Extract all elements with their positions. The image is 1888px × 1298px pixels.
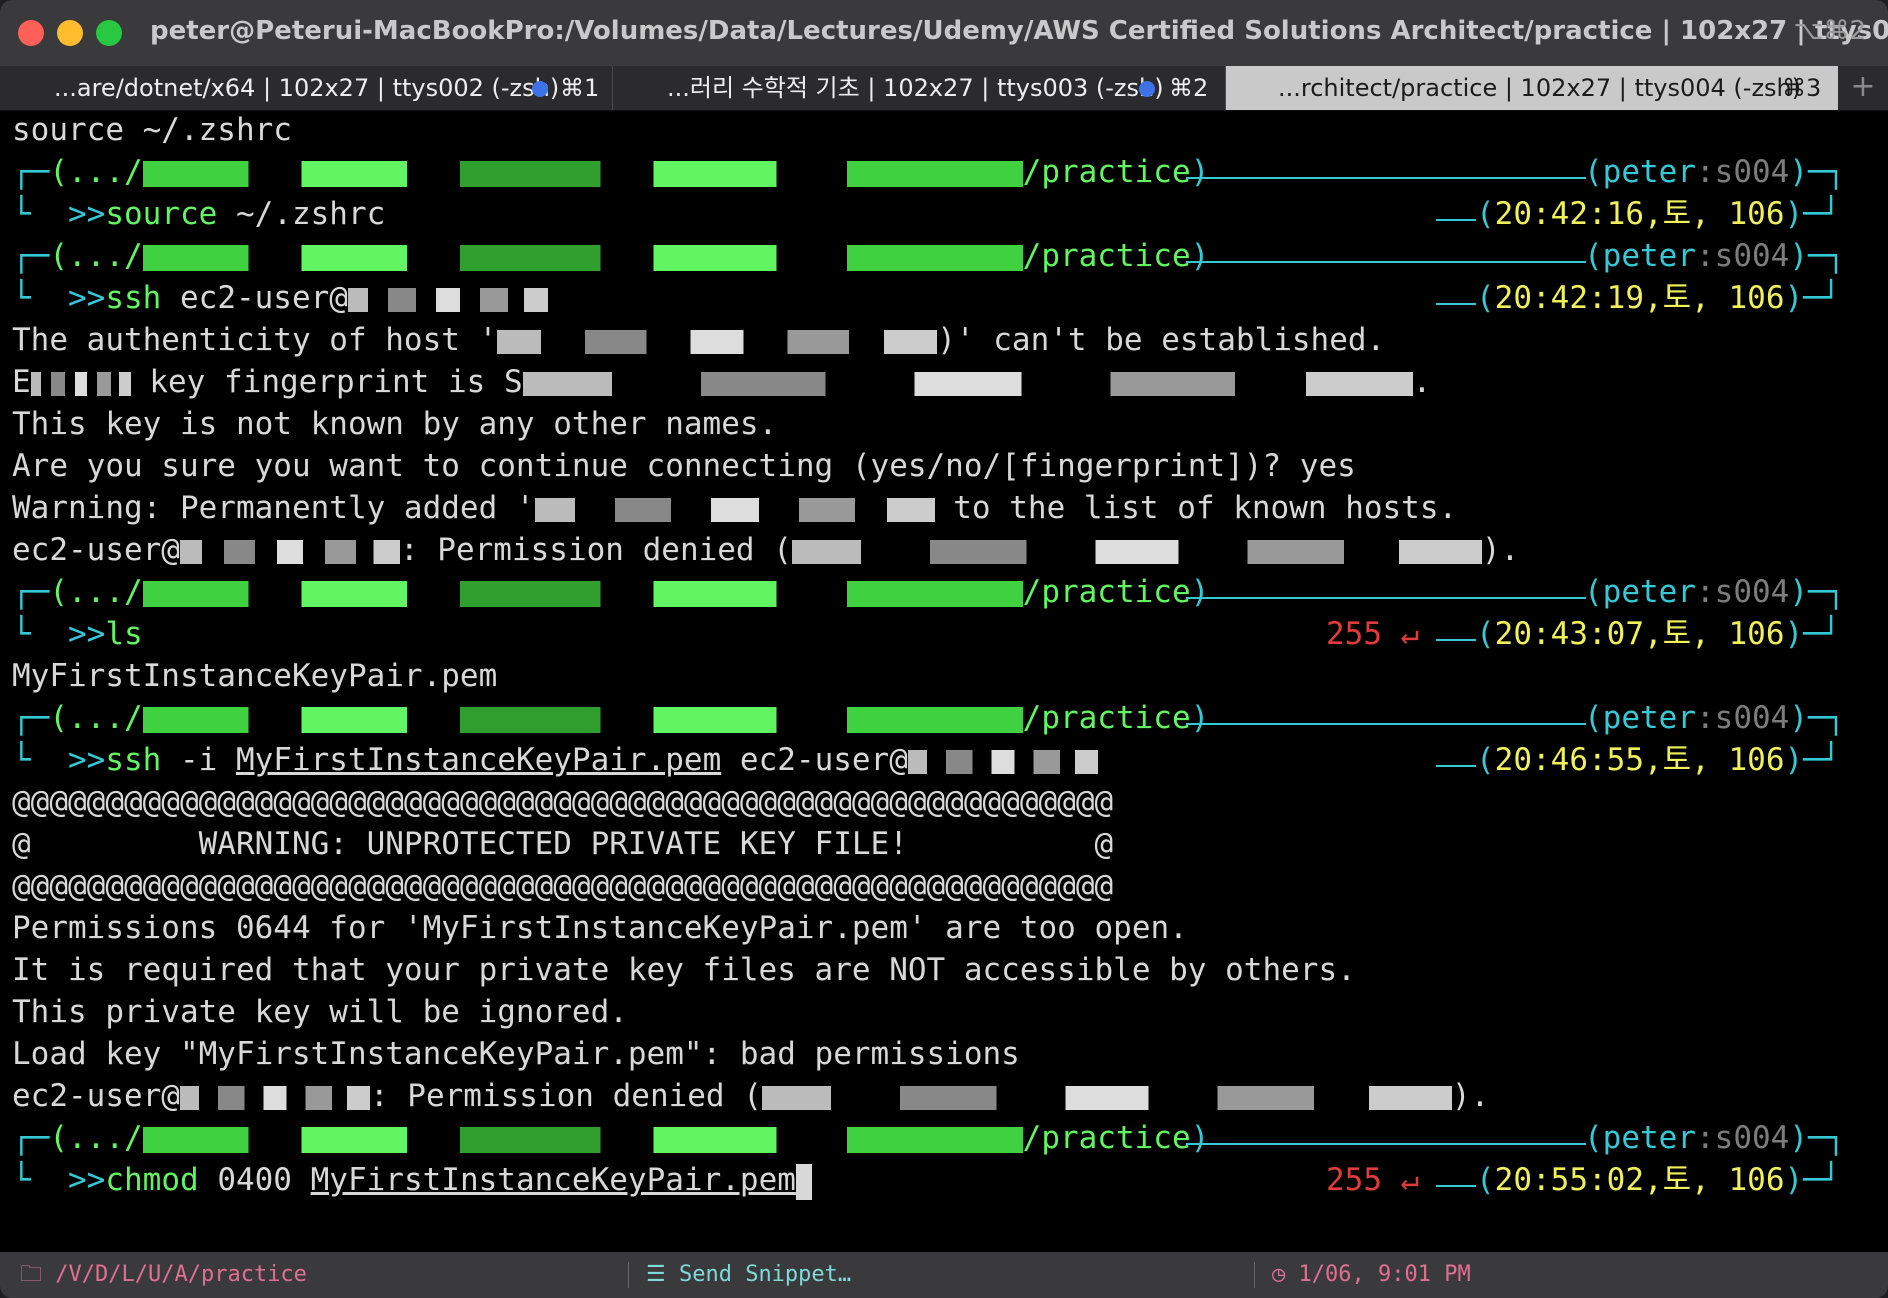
prompt-path-line: ┌─(...//practice): [12, 1120, 1210, 1156]
redacted-host: [534, 497, 935, 522]
minimize-window-button[interactable]: [57, 20, 83, 46]
clock-label: 1/06, 9:01 PM: [1298, 1262, 1471, 1287]
tab-ttys002[interactable]: ...are/dotnet/x64 | 102x27 | ttys002 (-z…: [0, 66, 613, 110]
prompt-rule: [1436, 303, 1476, 305]
prompt-rule: [1436, 765, 1476, 767]
list-icon: ☰: [646, 1262, 679, 1287]
output-line: Warning: Permanently added ' to the list…: [12, 490, 1458, 526]
prompt-path-line: ┌─(...//practice): [12, 238, 1210, 274]
prompt-rule: [1186, 723, 1586, 725]
redacted-host: [497, 329, 938, 354]
prompt-time: (20:42:16,토, 106)─┘: [1476, 196, 1841, 232]
window-title: peter@Peterui-MacBookPro:/Volumes/Data/L…: [150, 16, 1888, 46]
redacted-text: [761, 1085, 1452, 1110]
redacted-host: [907, 749, 1098, 774]
status-divider: [628, 1262, 629, 1288]
prompt-path-line: ┌─(...//practice): [12, 700, 1210, 736]
output-line: It is required that your private key fil…: [12, 952, 1356, 988]
output-line: Load key "MyFirstInstanceKeyPair.pem": b…: [12, 1036, 1020, 1072]
redacted-path: [142, 1126, 1023, 1153]
prompt-rule: [1186, 597, 1586, 599]
prompt-command-line[interactable]: └ >>chmod 0400 MyFirstInstanceKeyPair.pe…: [12, 1159, 812, 1201]
clock-icon: ◷: [1272, 1262, 1299, 1287]
prompt-command-line: └ >>ssh ec2-user@: [12, 277, 548, 319]
tab-label: ...rchitect/practice | 102x27 | ttys004 …: [1278, 74, 1802, 102]
redacted-text: [791, 539, 1482, 564]
redacted-host: [179, 1085, 370, 1110]
title-bar: peter@Peterui-MacBookPro:/Volumes/Data/L…: [0, 0, 1888, 66]
tab-shortcut: ⌘3: [1782, 74, 1822, 102]
tab-shortcut: ⌘2: [1169, 74, 1209, 102]
redacted-fingerprint: [522, 371, 1413, 396]
send-snippet-label: Send Snippet…: [678, 1262, 852, 1287]
output-line: @@@@@@@@@@@@@@@@@@@@@@@@@@@@@@@@@@@@@@@@…: [12, 784, 1114, 820]
redacted-path: [142, 580, 1023, 607]
prompt-command-line: └ >>ssh -i MyFirstInstanceKeyPair.pem ec…: [12, 739, 1098, 781]
redacted-host: [179, 539, 400, 564]
output-line: Permissions 0644 for 'MyFirstInstanceKey…: [12, 910, 1188, 946]
activity-dot-icon: [532, 81, 548, 97]
tab-label: ...러리 수학적 기초 | 102x27 | ttys003 (-zsh): [667, 74, 1164, 102]
prompt-rule: [1436, 219, 1476, 221]
folder-icon: 🗀: [20, 1262, 43, 1287]
prompt-rule: [1436, 1185, 1476, 1187]
terminal-window: peter@Peterui-MacBookPro:/Volumes/Data/L…: [0, 0, 1888, 1298]
output-line: This private key will be ignored.: [12, 994, 628, 1030]
activity-dot-icon: [1139, 81, 1155, 97]
send-snippet-button[interactable]: ☰ Send Snippet…: [646, 1252, 851, 1298]
prompt-rule: [1436, 639, 1476, 641]
terminal-output[interactable]: source ~/.zshrc ┌─(...//practice) (peter…: [0, 111, 1888, 1251]
output-line: E key fingerprint is S.: [12, 364, 1432, 400]
output-line: ec2-user@: Permission denied ().: [12, 532, 1520, 568]
tab-ttys004[interactable]: ...rchitect/practice | 102x27 | ttys004 …: [1226, 66, 1838, 110]
tab-label: ...are/dotnet/x64 | 102x27 | ttys002 (-z…: [54, 74, 560, 102]
prompt-user: (peter:s004)─┐: [1584, 154, 1846, 190]
close-window-button[interactable]: [18, 20, 44, 46]
tab-ttys003[interactable]: ...러리 수학적 기초 | 102x27 | ttys003 (-zsh) ⌘…: [613, 66, 1226, 110]
prompt-time: (20:55:02,토, 106)─┘: [1476, 1162, 1841, 1198]
zoom-window-button[interactable]: [96, 20, 122, 46]
prompt-rule: [1186, 261, 1586, 263]
prompt-user: (peter:s004)─┐: [1584, 700, 1846, 736]
prompt-rule: [1186, 177, 1586, 179]
status-bar: 🗀 /V/D/L/U/A/practice ☰ Send Snippet… ◷ …: [0, 1252, 1888, 1298]
tab-bar: ...are/dotnet/x64 | 102x27 | ttys002 (-z…: [0, 66, 1888, 111]
prompt-rule: [1186, 1143, 1586, 1145]
output-line: @@@@@@@@@@@@@@@@@@@@@@@@@@@@@@@@@@@@@@@@…: [12, 868, 1114, 904]
output-line: MyFirstInstanceKeyPair.pem: [12, 658, 498, 694]
output-line: The authenticity of host ')' can't be es…: [12, 322, 1386, 358]
redacted-path: [142, 160, 1023, 187]
redacted-host: [347, 287, 548, 312]
prompt-user: (peter:s004)─┐: [1584, 238, 1846, 274]
output-line: @ WARNING: UNPROTECTED PRIVATE KEY FILE!…: [12, 826, 1114, 862]
tab-shortcut: ⌘1: [560, 74, 600, 102]
prompt-command-line: └ >>ls: [12, 616, 143, 652]
prompt-time: (20:46:55,토, 106)─┘: [1476, 742, 1841, 778]
status-current-directory[interactable]: 🗀 /V/D/L/U/A/practice: [20, 1252, 307, 1298]
status-clock: ◷ 1/06, 9:01 PM: [1272, 1252, 1471, 1298]
exit-status: 255 ↵: [1326, 1162, 1420, 1198]
prompt-path-line: ┌─(...//practice): [12, 154, 1210, 190]
prompt-time: (20:43:07,토, 106)─┘: [1476, 616, 1841, 652]
output-line: ec2-user@: Permission denied ().: [12, 1078, 1490, 1114]
redacted-text: [30, 371, 131, 396]
redacted-path: [142, 244, 1023, 271]
prompt-time: (20:42:19,토, 106)─┘: [1476, 280, 1841, 316]
exit-status: 255 ↵: [1326, 616, 1420, 652]
window-shortcut: ⌥⌘2: [1793, 16, 1866, 46]
prompt-path-line: ┌─(...//practice): [12, 574, 1210, 610]
prompt-user: (peter:s004)─┐: [1584, 1120, 1846, 1156]
output-line: This key is not known by any other names…: [12, 406, 778, 442]
prompt-user: (peter:s004)─┐: [1584, 574, 1846, 610]
output-line: Are you sure you want to continue connec…: [12, 448, 1356, 484]
prompt-command-line: └ >>source ~/.zshrc: [12, 196, 386, 232]
text-cursor: [795, 1163, 812, 1200]
new-tab-plus-icon[interactable]: +: [1838, 66, 1888, 110]
output-line: source ~/.zshrc: [12, 112, 292, 148]
current-directory-label: /V/D/L/U/A/practice: [55, 1262, 307, 1287]
status-divider: [1254, 1262, 1255, 1288]
redacted-path: [142, 706, 1023, 733]
